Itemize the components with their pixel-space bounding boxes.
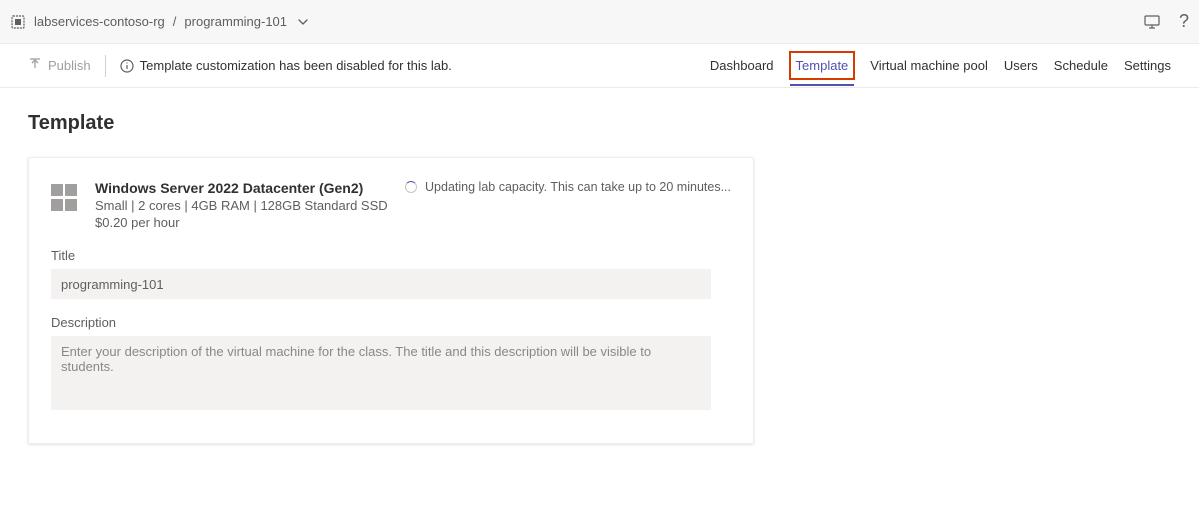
page: Template Windows Server 2022 Datacenter … [0,88,1199,468]
top-right-actions: ? [1143,11,1189,32]
toolbar: Publish Template customization has been … [0,44,1199,88]
vm-row: Windows Server 2022 Datacenter (Gen2) Sm… [51,180,731,230]
tabs: Dashboard Template Virtual machine pool … [710,46,1171,85]
template-card: Windows Server 2022 Datacenter (Gen2) Sm… [28,157,754,444]
vm-spec: Small | 2 cores | 4GB RAM | 128GB Standa… [95,198,388,213]
breadcrumb-rg[interactable]: labservices-contoso-rg [34,14,165,29]
description-label: Description [51,315,731,330]
publish-label: Publish [48,58,91,73]
title-field-group: Title [51,248,731,299]
tab-schedule[interactable]: Schedule [1054,46,1108,85]
vm-name: Windows Server 2022 Datacenter (Gen2) [95,180,388,196]
info-message-text: Template customization has been disabled… [140,58,452,73]
tab-settings[interactable]: Settings [1124,46,1171,85]
info-icon [120,59,134,73]
tab-dashboard[interactable]: Dashboard [710,46,774,85]
description-field-group: Description [51,315,731,413]
status-area: Updating lab capacity. This can take up … [405,180,731,194]
tab-template[interactable]: Template [790,52,855,79]
title-label: Title [51,248,731,263]
chevron-down-icon[interactable] [297,16,309,28]
monitor-icon[interactable] [1143,13,1161,31]
vm-price: $0.20 per hour [95,215,388,230]
info-message: Template customization has been disabled… [120,58,452,73]
page-title: Template [28,112,1171,135]
tab-vmpool[interactable]: Virtual machine pool [870,46,988,85]
top-bar: labservices-contoso-rg / programming-101… [0,0,1199,44]
upload-icon [28,57,42,74]
help-icon[interactable]: ? [1179,11,1189,32]
divider [105,55,106,77]
publish-button: Publish [28,57,91,74]
status-message: Updating lab capacity. This can take up … [425,180,731,194]
breadcrumb: labservices-contoso-rg / programming-101 [10,14,1143,30]
resource-group-icon [10,14,26,30]
vm-meta: Windows Server 2022 Datacenter (Gen2) Sm… [95,180,388,230]
title-input[interactable] [51,269,711,299]
breadcrumb-lab[interactable]: programming-101 [184,14,287,29]
spinner-icon [405,181,417,193]
tab-users[interactable]: Users [1004,46,1038,85]
breadcrumb-separator: / [173,14,177,29]
windows-icon [51,184,79,212]
description-input[interactable] [51,336,711,410]
